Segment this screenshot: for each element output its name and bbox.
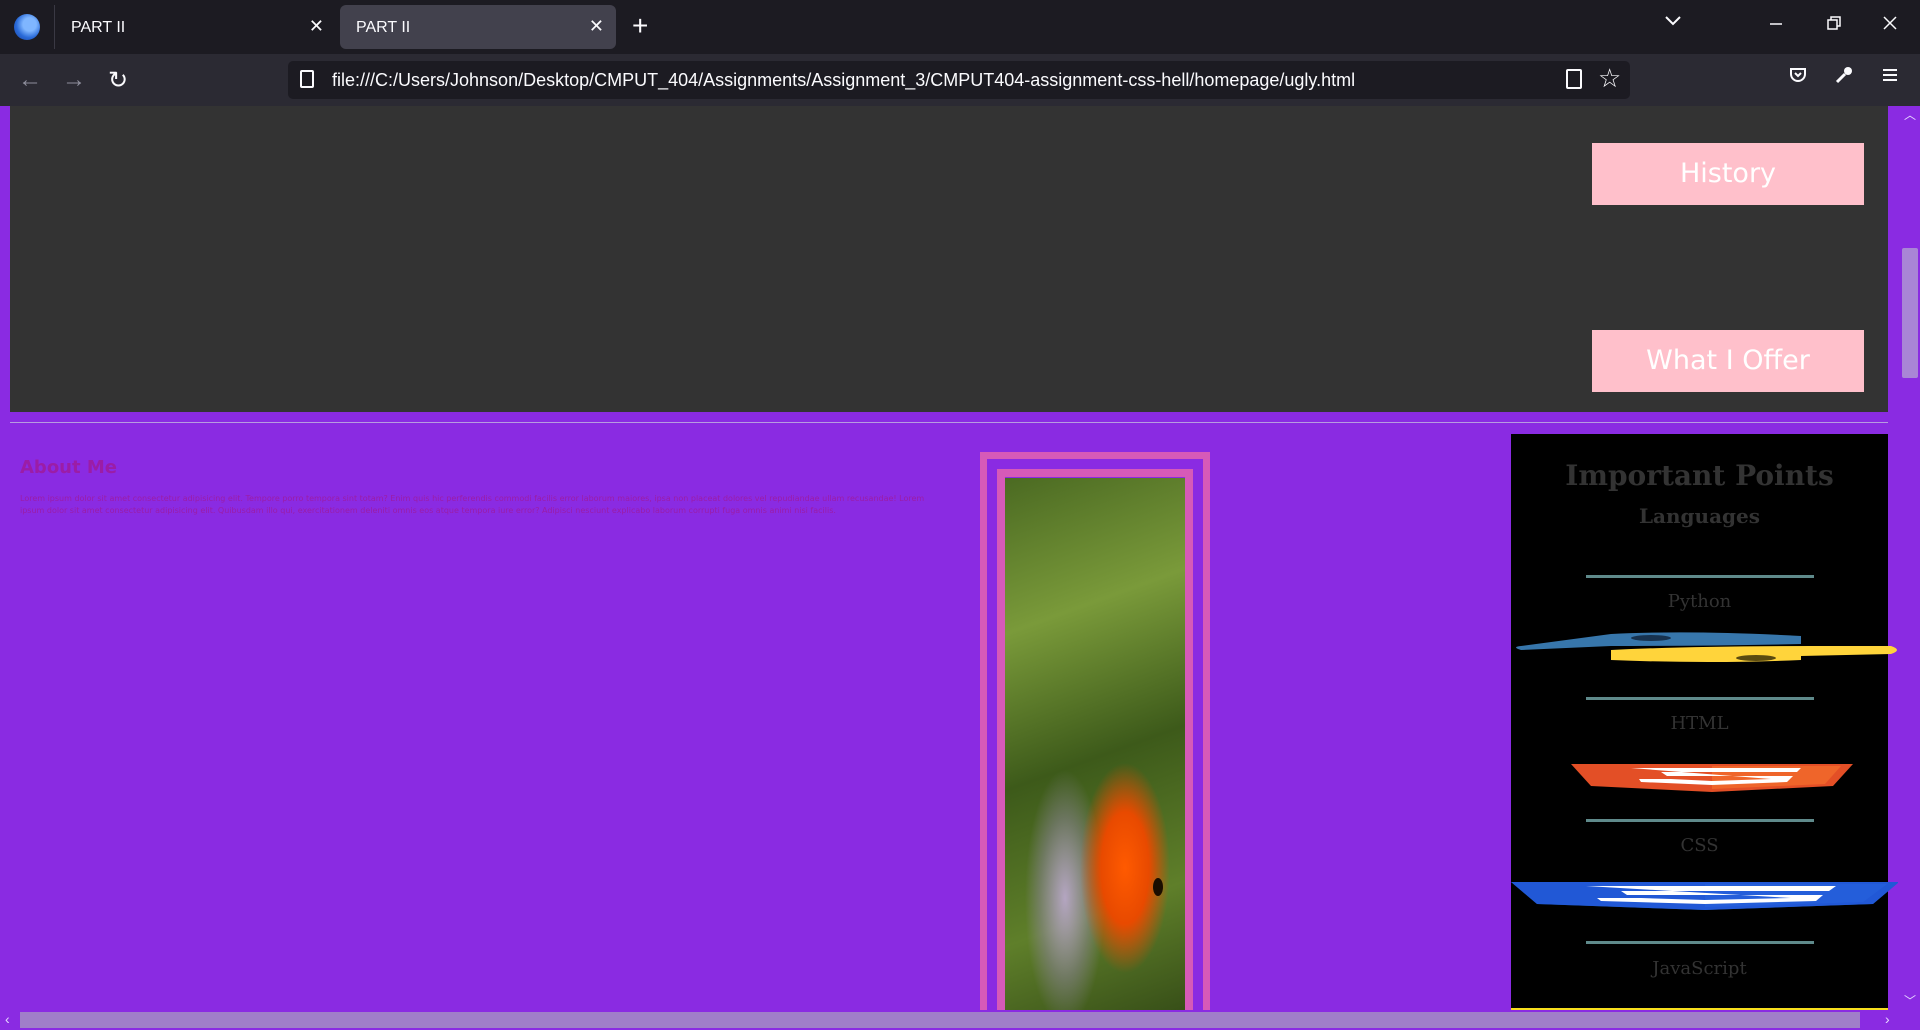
tab-1-close-icon[interactable]: ✕: [309, 16, 324, 37]
tab-1[interactable]: PART II ✕: [54, 5, 336, 49]
url-input[interactable]: file:///C:/Users/Johnson/Desktop/CMPUT_4…: [332, 70, 1355, 91]
about-text: Lorem ipsum dolor sit amet consectetur a…: [20, 494, 925, 515]
vertical-scrollbar-thumb[interactable]: [1902, 248, 1918, 378]
scroll-right-arrow-icon[interactable]: ›: [1885, 1011, 1890, 1027]
language-python: Python: [1667, 591, 1732, 612]
important-points-sidebar: Important Points Languages Python HTML C…: [1511, 434, 1898, 1010]
reader-view-icon[interactable]: [1566, 69, 1582, 89]
sidebar-subtitle: Languages: [1638, 504, 1760, 528]
nav-link-what-i-offer[interactable]: What I Offer: [1592, 330, 1864, 392]
scroll-down-arrow-icon[interactable]: ﹀: [1904, 992, 1916, 1009]
tab-strip: PART II ✕ PART II ✕ +: [0, 0, 1920, 54]
sidebar-divider: [1586, 575, 1814, 578]
tab-list-chevron-down-icon[interactable]: [1664, 14, 1682, 32]
sidebar-title: Important Points: [1565, 459, 1834, 492]
sidebar-divider: [1586, 697, 1814, 700]
language-css: CSS: [1680, 835, 1719, 856]
forward-button[interactable]: →: [62, 66, 86, 94]
tab-2[interactable]: PART II ✕: [340, 5, 616, 49]
scroll-up-arrow-icon[interactable]: ︿: [1904, 106, 1916, 123]
sidebar-divider: [1586, 941, 1814, 944]
goldfish-photo: [1005, 478, 1185, 1010]
tab-2-label: PART II: [356, 19, 411, 36]
vertical-scrollbar[interactable]: [1898, 106, 1920, 1010]
tab-2-close-icon[interactable]: ✕: [589, 16, 604, 37]
pocket-icon[interactable]: [1788, 65, 1808, 91]
back-button[interactable]: ←: [18, 66, 42, 94]
url-bar[interactable]: file:///C:/Users/Johnson/Desktop/CMPUT_4…: [288, 61, 1630, 99]
reload-button[interactable]: ↻: [108, 66, 128, 95]
about-title: About Me: [20, 457, 117, 478]
fish-eye: [1153, 878, 1163, 896]
new-tab-button[interactable]: +: [632, 12, 648, 40]
python-logo-icon: [1516, 632, 1897, 662]
css3-logo-icon: [1511, 882, 1898, 910]
nav-link-history[interactable]: History: [1592, 143, 1864, 205]
bookmark-star-icon[interactable]: ☆: [1598, 63, 1621, 94]
tab-1-label: PART II: [71, 19, 126, 36]
page-viewport: History What I Offer About Me Lorem ipsu…: [0, 106, 1898, 1010]
close-window-button[interactable]: [1882, 14, 1898, 37]
horizontal-scrollbar-thumb[interactable]: [20, 1012, 1860, 1028]
language-html: HTML: [1670, 713, 1729, 734]
menu-icon[interactable]: [1880, 65, 1900, 91]
scroll-left-arrow-icon[interactable]: ‹: [5, 1011, 10, 1027]
wrench-icon[interactable]: [1834, 65, 1854, 91]
firefox-logo-icon[interactable]: [14, 14, 40, 40]
html5-logo-icon: [1571, 764, 1853, 792]
restore-button[interactable]: [1826, 14, 1842, 37]
page-icon: [300, 70, 314, 88]
navigation-toolbar: ← → ↻ file:///C:/Users/Johnson/Desktop/C…: [0, 54, 1920, 106]
language-javascript: JavaScript: [1652, 958, 1747, 979]
minimize-button[interactable]: [1768, 14, 1784, 37]
divider: [10, 422, 1888, 423]
sidebar-divider: [1586, 819, 1814, 822]
